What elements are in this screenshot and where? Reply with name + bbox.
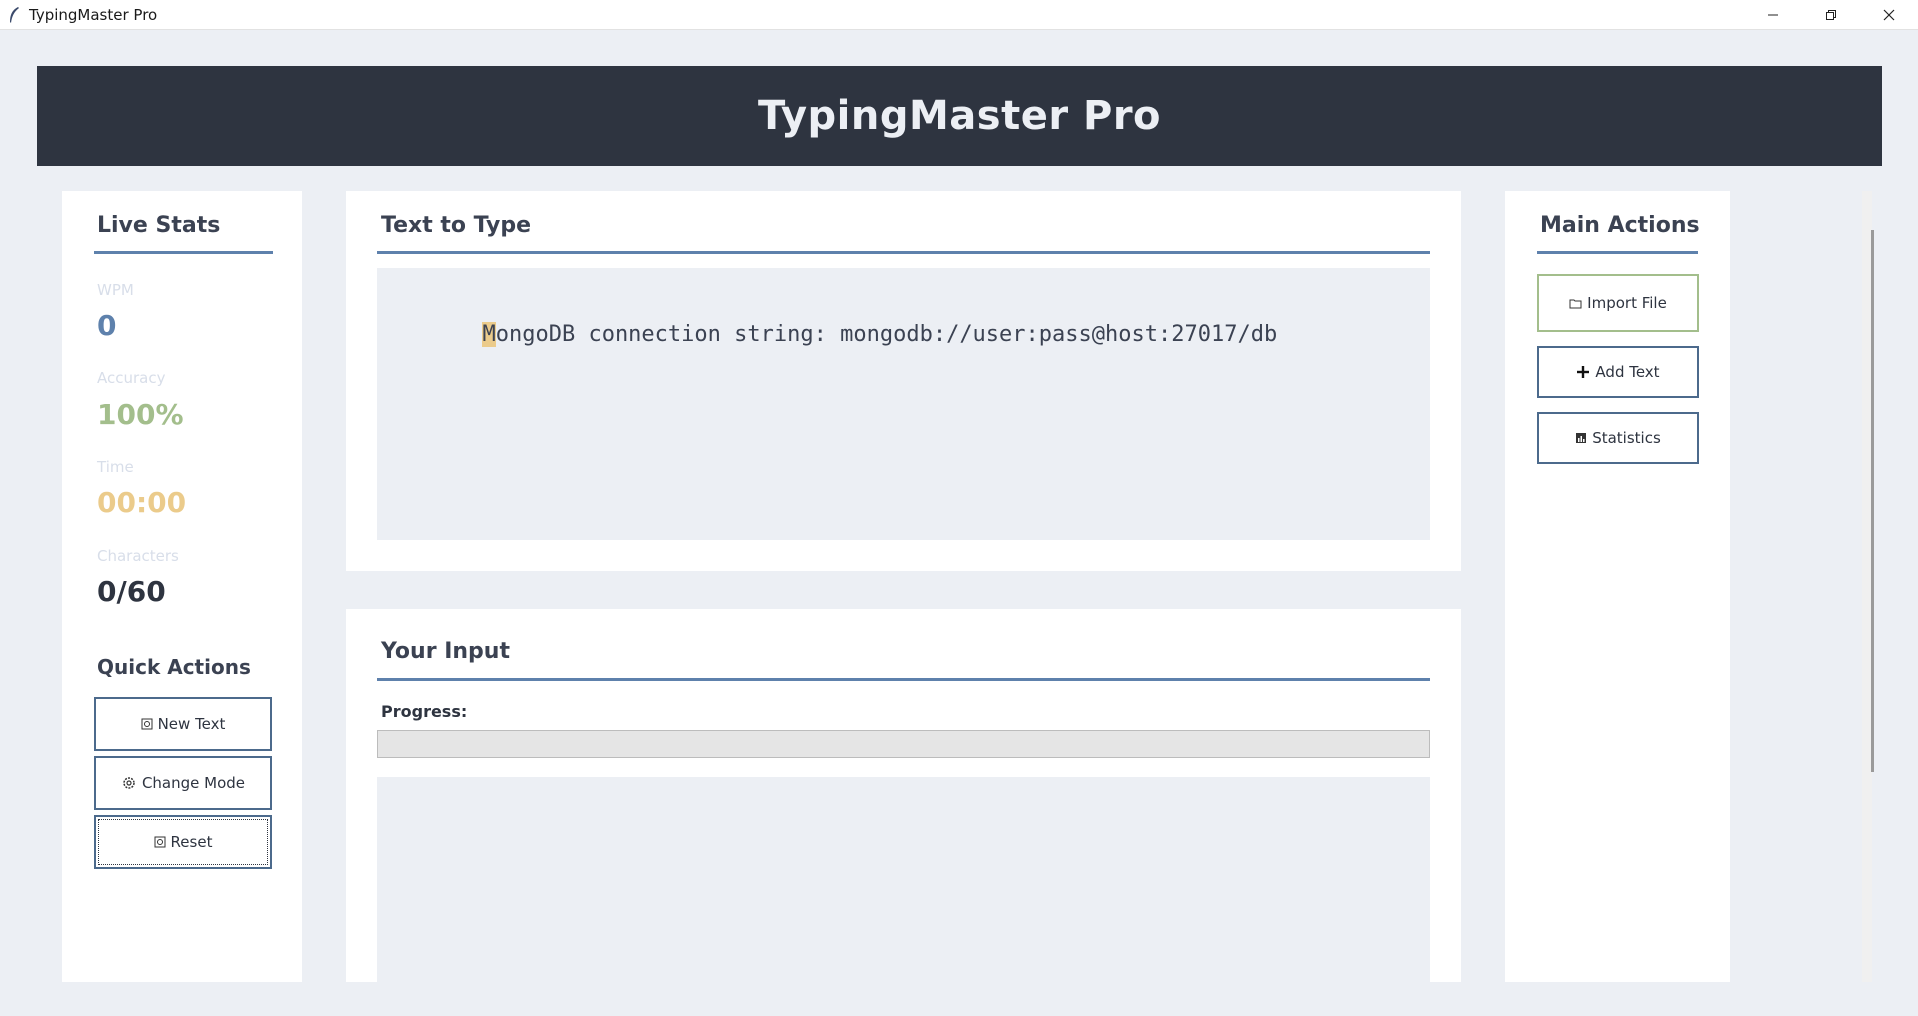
- add-text-label: Add Text: [1595, 363, 1660, 381]
- feather-icon: [7, 6, 21, 24]
- new-text-label: New Text: [157, 715, 226, 733]
- add-text-button[interactable]: Add Text: [1537, 346, 1699, 398]
- text-to-type-heading: Text to Type: [381, 213, 532, 238]
- live-stats-panel: Live Stats WPM 0 Accuracy 100% Time 00:0…: [62, 191, 302, 982]
- app-title: TypingMaster Pro: [757, 93, 1162, 139]
- window-title: TypingMaster Pro: [29, 5, 158, 24]
- statistics-label: Statistics: [1592, 429, 1661, 447]
- close-button[interactable]: [1860, 0, 1918, 29]
- window-titlebar: TypingMaster Pro: [0, 0, 1918, 30]
- minimize-icon: [1768, 14, 1778, 15]
- current-character: M: [482, 322, 496, 347]
- close-icon: [1883, 9, 1895, 20]
- import-file-button[interactable]: Import File: [1537, 274, 1699, 332]
- restore-icon: [1826, 9, 1836, 20]
- main-actions-panel: Main Actions Import File Add Text Statis…: [1505, 191, 1730, 982]
- main-actions-heading: Main Actions: [1540, 213, 1700, 238]
- characters-label: Characters: [97, 547, 179, 565]
- main-actions-underline: [1537, 251, 1698, 254]
- new-text-button[interactable]: New Text: [94, 697, 272, 751]
- your-input-heading: Your Input: [381, 639, 510, 664]
- live-stats-heading: Live Stats: [97, 213, 221, 238]
- text-to-type-panel: Text to Type MongoDB connection string: …: [346, 191, 1461, 571]
- progress-bar: [377, 730, 1430, 758]
- accuracy-value: 100%: [97, 398, 184, 431]
- minimize-button[interactable]: [1744, 0, 1802, 29]
- remaining-text: ongoDB connection string: mongodb://user…: [495, 322, 1278, 347]
- window-controls: [1744, 0, 1918, 29]
- progress-label: Progress:: [381, 702, 468, 721]
- maximize-button[interactable]: [1802, 0, 1860, 29]
- folder-icon: [1569, 297, 1582, 309]
- gear-icon: [121, 775, 137, 791]
- accuracy-label: Accuracy: [97, 369, 166, 387]
- change-mode-label: Change Mode: [141, 774, 246, 792]
- time-value: 00:00: [97, 486, 187, 519]
- change-mode-button[interactable]: Change Mode: [94, 756, 272, 810]
- target-text-display: MongoDB connection string: mongodb://use…: [377, 268, 1430, 540]
- import-file-label: Import File: [1587, 294, 1667, 312]
- plus-icon: [1576, 365, 1590, 379]
- wpm-label: WPM: [97, 281, 134, 299]
- reset-icon: [154, 836, 166, 848]
- chart-icon: [1575, 432, 1587, 444]
- app-header: TypingMaster Pro: [37, 66, 1882, 166]
- window-scrollbar-thumb[interactable]: [1871, 230, 1874, 772]
- time-label: Time: [97, 458, 134, 476]
- your-input-panel: Your Input Progress:: [346, 609, 1461, 982]
- quick-actions-heading: Quick Actions: [97, 655, 251, 679]
- wpm-value: 0: [97, 309, 117, 342]
- live-stats-underline: [94, 251, 273, 254]
- reset-button[interactable]: Reset: [94, 815, 272, 869]
- statistics-button[interactable]: Statistics: [1537, 412, 1699, 464]
- typing-input-field[interactable]: [377, 777, 1430, 982]
- your-input-underline: [377, 678, 1430, 681]
- characters-value: 0/60: [97, 575, 166, 608]
- reset-label: Reset: [170, 833, 213, 851]
- refresh-icon: [141, 718, 153, 730]
- text-to-type-underline: [377, 251, 1430, 254]
